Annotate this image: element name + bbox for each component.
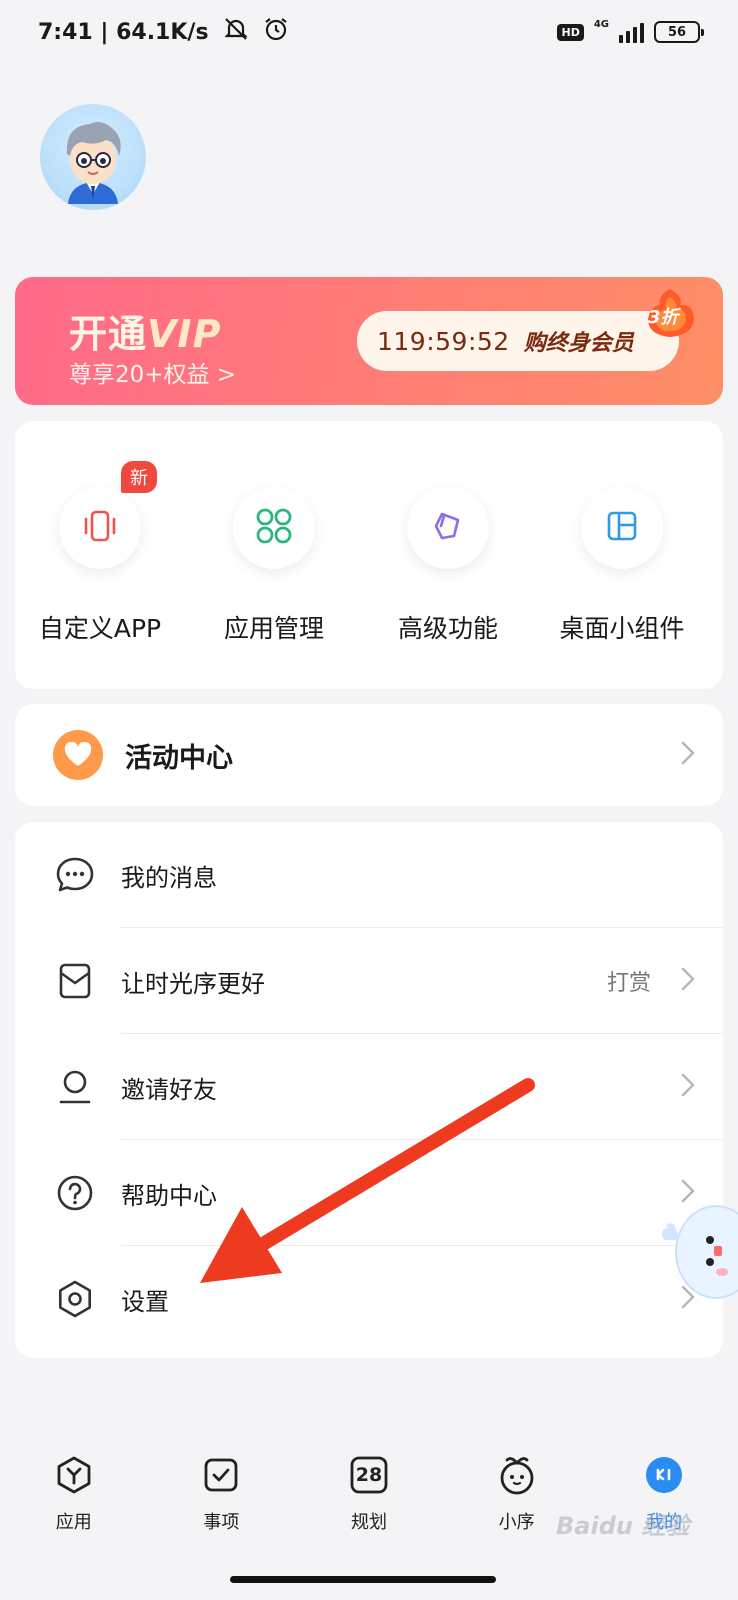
chevron-right-icon	[681, 1073, 695, 1101]
network-type: 4G	[593, 18, 609, 30]
nav-apps[interactable]: 应用	[0, 1440, 148, 1550]
apps-grid-icon	[253, 505, 295, 551]
nav-tasks[interactable]: 事项	[148, 1440, 296, 1550]
app-hex-icon	[53, 1454, 95, 1496]
menu-item-label: 我的消息	[121, 863, 217, 892]
tool-label: 桌面小组件	[559, 614, 685, 643]
vip-title: 开通VIP	[69, 312, 222, 356]
watermark: Baidu 经验	[556, 1512, 690, 1540]
check-square-icon	[200, 1454, 242, 1496]
phone-vibrate-icon	[80, 506, 120, 550]
calendar-date: 28	[355, 1464, 383, 1486]
chevron-right-icon	[681, 741, 695, 769]
heart-icon	[53, 730, 103, 780]
vip-countdown: 119:59:52	[377, 326, 510, 356]
tool-label: 应用管理	[223, 614, 324, 643]
annotation-arrow	[190, 1075, 540, 1295]
tool-label: 高级功能	[397, 614, 498, 643]
mute-icon	[223, 16, 249, 48]
menu-item-make-better[interactable]: 让时光序更好 打赏	[15, 928, 723, 1034]
nav-label: 规划	[350, 1512, 387, 1533]
alarm-icon	[263, 16, 289, 48]
mascot-icon	[496, 1454, 538, 1496]
battery-level: 56	[667, 24, 687, 40]
floating-mascot[interactable]	[660, 1200, 738, 1304]
nav-label: 事项	[203, 1512, 240, 1533]
pen-nib-icon	[428, 506, 468, 550]
gear-icon	[55, 1279, 95, 1319]
avatar[interactable]	[40, 104, 146, 210]
help-icon	[55, 1173, 95, 1213]
new-badge: 新	[121, 461, 157, 493]
person-icon	[55, 1067, 95, 1107]
chat-bubble-icon	[55, 855, 95, 895]
vip-subtitle[interactable]: 尊享20+权益 >	[69, 355, 236, 389]
widget-layout-icon	[602, 506, 642, 550]
nav-planning[interactable]: 28 规划	[295, 1440, 443, 1550]
menu-item-label: 设置	[121, 1287, 169, 1316]
tool-app-management[interactable]: 应用管理	[189, 487, 359, 645]
profile-icon	[643, 1454, 685, 1496]
activity-center-label: 活动中心	[125, 742, 233, 774]
battery-icon: 56	[654, 21, 704, 43]
calendar-icon: 28	[348, 1454, 390, 1496]
nav-label: 小序	[498, 1512, 535, 1533]
signal-icon	[619, 21, 644, 43]
home-indicator[interactable]	[230, 1576, 496, 1583]
tool-custom-app[interactable]: 新 自定义APP	[15, 461, 185, 645]
vip-cta: 购终身会员	[523, 331, 634, 356]
menu-item-label: 让时光序更好	[121, 969, 265, 998]
discount-badge: 3折	[640, 287, 700, 339]
tool-advanced-features[interactable]: 高级功能	[363, 487, 533, 645]
gift-box-icon	[55, 961, 95, 1001]
hd-badge: HD	[557, 23, 584, 41]
vip-purchase-button[interactable]: 119:59:52 购终身会员	[357, 311, 679, 371]
tool-label: 自定义APP	[38, 614, 162, 643]
tool-desktop-widgets[interactable]: 桌面小组件	[537, 487, 707, 645]
activity-center-row[interactable]: 活动中心	[15, 704, 723, 806]
tools-card: 新 自定义APP 应用管理 高级功能 桌面小组件	[15, 421, 723, 689]
status-time: 7:41 | 64.1K/s	[38, 19, 209, 45]
nav-label: 应用	[55, 1512, 92, 1533]
menu-item-messages[interactable]: 我的消息	[15, 822, 723, 928]
tip-label: 打赏	[606, 971, 651, 996]
vip-banner[interactable]: 开通VIP 尊享20+权益 > 119:59:52 购终身会员 3折	[15, 277, 723, 405]
chevron-right-icon	[681, 967, 695, 995]
status-bar: 7:41 | 64.1K/s HD 4G 56	[0, 0, 738, 64]
